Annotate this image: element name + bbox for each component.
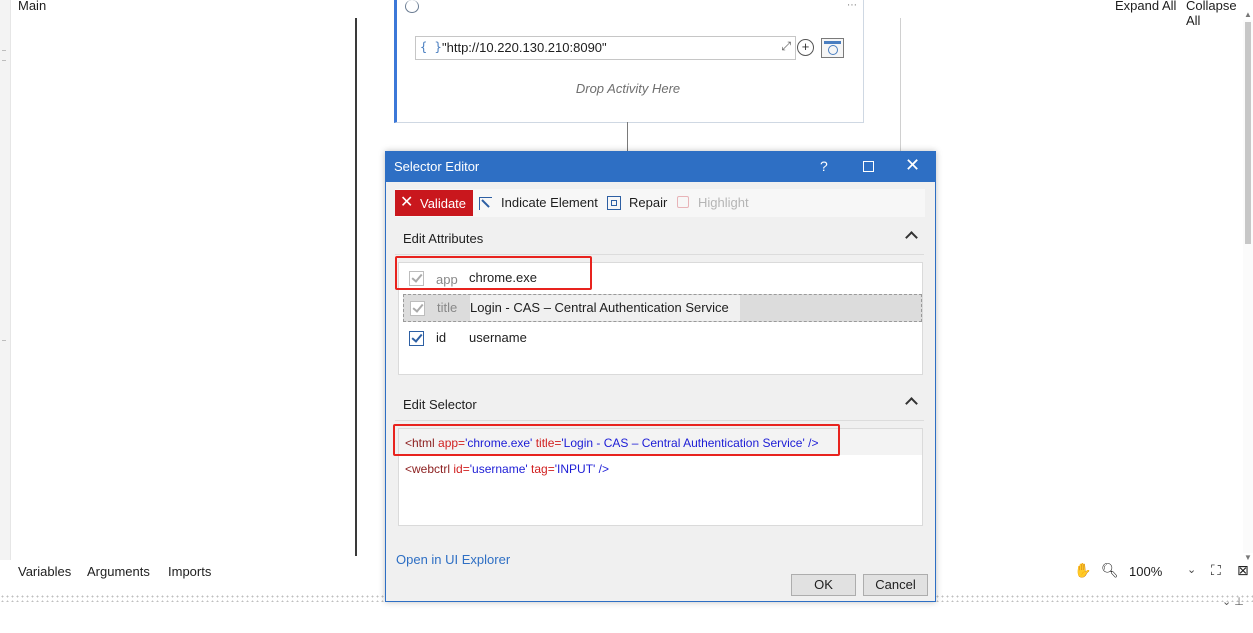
activity-menu-icon[interactable]: ⋯: [847, 0, 857, 11]
validate-button[interactable]: ✕ Validate: [395, 190, 473, 216]
panel-tick: [2, 60, 6, 61]
pin-icon[interactable]: ⌄ ⊥: [1222, 595, 1244, 608]
highlight-icon: [677, 196, 689, 208]
activity-icon: [405, 0, 419, 13]
scroll-up-icon[interactable]: ▲: [1243, 10, 1253, 20]
help-button[interactable]: ?: [820, 158, 828, 174]
attribute-row-id[interactable]: id username: [403, 325, 920, 351]
vertical-scrollbar[interactable]: ▲ ▼: [1243, 10, 1253, 562]
browser-bar: [824, 41, 841, 44]
browser-icon[interactable]: [821, 38, 844, 58]
dialog-title: Selector Editor: [394, 159, 480, 174]
attribute-value[interactable]: username: [469, 330, 527, 345]
add-icon[interactable]: +: [797, 39, 814, 56]
edit-attributes-header[interactable]: Edit Attributes: [395, 224, 924, 255]
attribute-name: title: [437, 300, 458, 315]
url-value: "http://10.220.130.210:8090": [442, 40, 607, 55]
cancel-button[interactable]: Cancel: [863, 574, 928, 596]
chevron-down-icon[interactable]: ⌄: [1187, 563, 1196, 576]
attribute-row-title[interactable]: title Login - CAS – Central Authenticati…: [403, 294, 922, 322]
left-panel-strip: [0, 0, 11, 560]
fit-to-screen-icon[interactable]: ⛶: [1211, 562, 1221, 579]
repair-icon[interactable]: [607, 196, 621, 210]
edit-attributes-title: Edit Attributes: [403, 231, 484, 246]
highlight-annotation: [395, 256, 592, 290]
selector-toolbar: ✕ Validate Indicate Element Repair Highl…: [395, 189, 925, 217]
highlight-annotation: [393, 424, 840, 456]
flow-connector: [627, 122, 628, 152]
selector-editor-dialog: Selector Editor ? ✕ ✕ Validate Indicate …: [385, 151, 936, 602]
tab-imports[interactable]: Imports: [168, 564, 211, 579]
open-in-ui-explorer-link[interactable]: Open in UI Explorer: [396, 552, 510, 567]
edit-selector-header[interactable]: Edit Selector: [395, 390, 924, 421]
indicate-element-icon[interactable]: [479, 197, 492, 210]
zoom-level[interactable]: 100%: [1129, 564, 1162, 579]
zoom-icon[interactable]: 🔍︎: [1101, 562, 1119, 579]
selector-line-2[interactable]: <webctrl id='username' tag='INPUT' />: [405, 462, 609, 476]
url-input[interactable]: { } "http://10.220.130.210:8090" ⤢: [415, 36, 796, 60]
highlight-button: Highlight: [698, 195, 749, 210]
tab-arguments[interactable]: Arguments: [87, 564, 150, 579]
attribute-checkbox: [410, 301, 425, 316]
close-icon: ✕: [400, 194, 414, 211]
ok-button[interactable]: OK: [791, 574, 856, 596]
open-browser-activity[interactable]: ⋯: [394, 0, 864, 123]
dialog-titlebar[interactable]: Selector Editor ? ✕: [386, 152, 935, 182]
panel-tick: [2, 50, 6, 51]
attribute-value[interactable]: Login - CAS – Central Authentication Ser…: [470, 300, 729, 315]
expand-all-link[interactable]: Expand All: [1115, 0, 1176, 13]
attribute-checkbox[interactable]: [409, 331, 424, 346]
tab-variables[interactable]: Variables: [18, 564, 71, 579]
repair-button[interactable]: Repair: [629, 195, 667, 210]
expand-editor-icon[interactable]: ⤢: [781, 39, 791, 54]
chevron-up-icon[interactable]: [905, 397, 918, 410]
chevron-up-icon[interactable]: [905, 231, 918, 244]
globe-icon: [828, 45, 838, 55]
overview-icon[interactable]: ⊠: [1237, 562, 1249, 579]
workflow-title: Main: [18, 0, 47, 13]
validate-label: Validate: [420, 196, 467, 211]
close-button[interactable]: ✕: [905, 155, 920, 176]
indicate-element-button[interactable]: Indicate Element: [501, 195, 598, 210]
scrollbar-thumb[interactable]: [1245, 22, 1251, 244]
panel-tick: [2, 340, 6, 341]
maximize-button[interactable]: [863, 161, 874, 172]
drop-activity-placeholder: Drop Activity Here: [575, 81, 681, 96]
canvas-left-border: [355, 18, 357, 556]
expression-icon: { }: [420, 40, 442, 54]
edit-selector-title: Edit Selector: [403, 397, 477, 412]
pan-hand-icon[interactable]: ✋: [1074, 562, 1091, 579]
attribute-name: id: [436, 330, 447, 345]
